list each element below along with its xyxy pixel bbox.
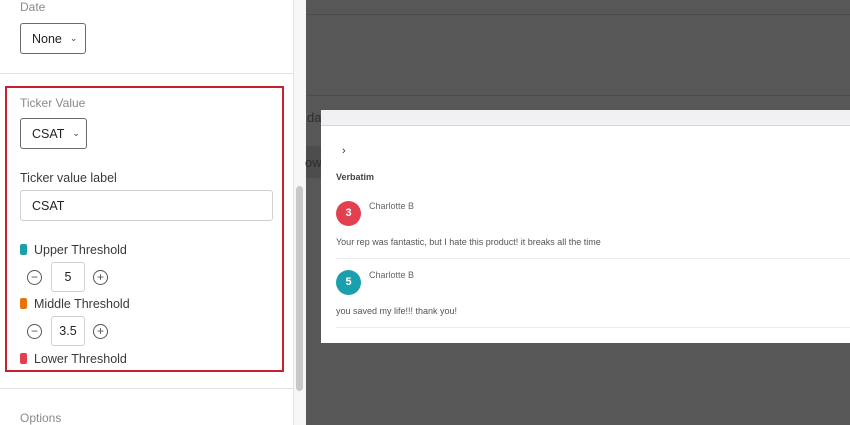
divider	[306, 14, 850, 15]
date-value: None	[32, 31, 62, 46]
chevron-down-icon: ⌄	[69, 33, 78, 43]
verbatim-text: Your rep was fantastic, but I hate this …	[336, 237, 601, 247]
divider	[0, 73, 293, 74]
background-text: ow	[305, 155, 322, 170]
background-text: da	[307, 110, 322, 125]
divider	[336, 258, 850, 259]
scrollbar-thumb[interactable]	[296, 186, 303, 391]
divider	[0, 388, 293, 389]
widget-settings-sidebar: Date None ⌄ Ticker Value CSAT ⌄ Ticker val…	[0, 0, 293, 425]
panel-title: Verbatim	[336, 172, 375, 182]
highlight-box	[5, 86, 284, 372]
verbatim-text: you saved my life!!! thank you!	[336, 306, 458, 316]
date-label: Date	[20, 0, 46, 14]
chevron-right-icon[interactable]: ›	[342, 145, 346, 157]
options-label: Options	[20, 411, 62, 425]
author-name: Charlotte B	[369, 201, 415, 211]
score-avatar: 3	[336, 201, 361, 226]
date-dropdown[interactable]: None ⌄	[20, 23, 86, 54]
verbatim-panel: › Verbatim 3 Charlotte B Your rep was fa…	[321, 110, 850, 343]
author-name: Charlotte B	[369, 270, 415, 280]
panel-header	[321, 110, 850, 126]
score-avatar: 5	[336, 270, 361, 295]
divider	[306, 95, 850, 96]
divider	[336, 327, 850, 328]
